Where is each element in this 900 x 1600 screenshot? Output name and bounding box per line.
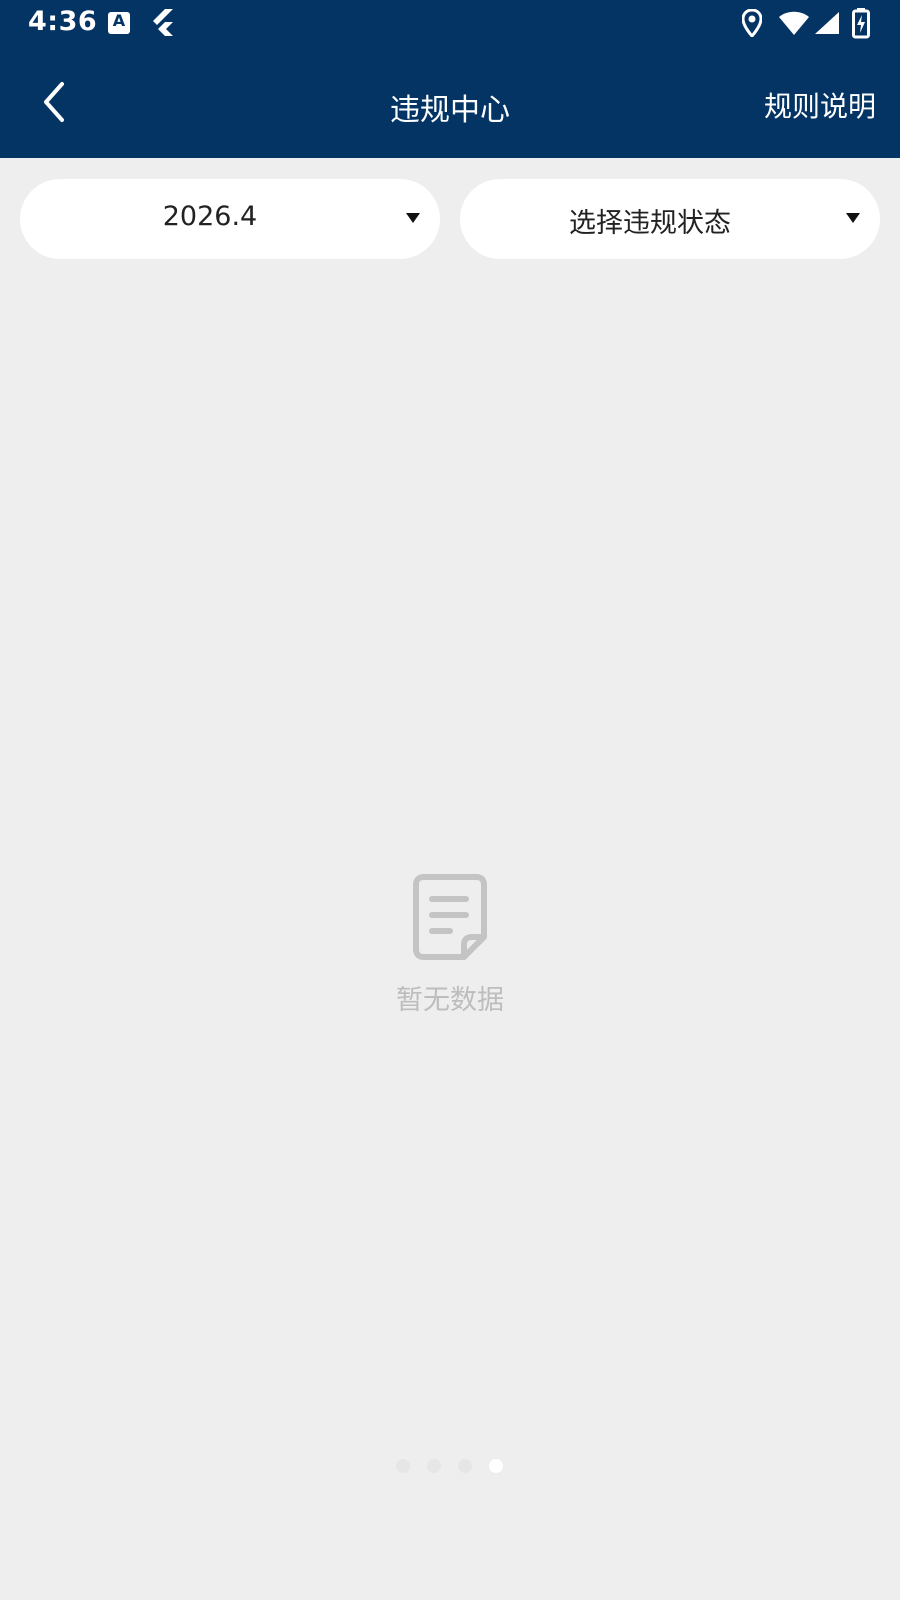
month-dropdown-value: 2026.4 [162,201,258,232]
caret-down-icon [846,213,860,223]
violation-status-placeholder: 选择违规状态 [569,208,731,239]
caret-down-icon [406,213,420,223]
location-icon [742,9,762,37]
page-dot[interactable] [396,1459,410,1473]
navigation-bar: 违规中心 规则说明 [0,48,900,158]
rules-button[interactable]: 规则说明 [764,85,876,125]
accessibility-a-icon: A [108,11,130,34]
app-bar: 4:36 A 违规中心 规则说明 [0,0,900,158]
page-title: 违规中心 [390,93,510,128]
page-dot[interactable] [427,1459,441,1473]
page-dot-active[interactable] [489,1459,503,1473]
back-button[interactable] [30,76,82,128]
violation-status-dropdown[interactable]: 选择违规状态 [460,179,880,259]
wifi-icon [779,11,809,35]
battery-charging-icon [852,8,870,39]
status-time: 4:36 [28,6,98,37]
cell-signal-icon [815,12,839,34]
violation-center-screen: 4:36 A 违规中心 规则说明 2026.4 选择违规状态 暂无数据 [0,0,900,1600]
page-dot[interactable] [458,1459,472,1473]
flutter-icon [153,9,173,36]
document-icon [413,874,487,960]
status-bar: 4:36 A [0,0,900,48]
empty-state-text: 暂无数据 [396,985,504,1016]
month-dropdown[interactable]: 2026.4 [20,179,440,259]
